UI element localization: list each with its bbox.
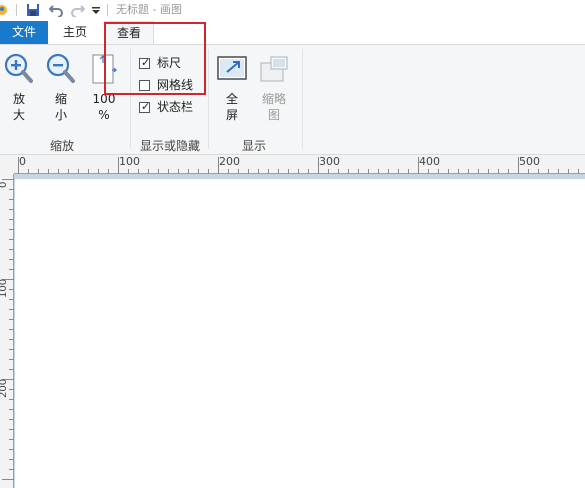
fullscreen-button[interactable]: 全 屏 bbox=[215, 53, 249, 123]
ribbon-tab-bar: 文件 主页 查看 bbox=[0, 21, 585, 44]
group-divider bbox=[302, 49, 303, 149]
zoom-in-button[interactable]: 放 大 bbox=[4, 53, 34, 123]
vertical-ruler-ticks bbox=[2, 179, 14, 480]
statusbar-checkbox[interactable]: ✓ bbox=[139, 99, 151, 113]
ruler-tick-label: 0 bbox=[19, 155, 26, 168]
display-group-label: 显示 bbox=[241, 139, 266, 153]
thumbnail-button[interactable]: 缩略 图 bbox=[257, 53, 291, 123]
zoom-out-label-2: 小 bbox=[54, 108, 67, 122]
title-separator bbox=[107, 4, 108, 16]
window-title: 无标题 - 画图 bbox=[116, 3, 182, 16]
thumbnail-label-2: 图 bbox=[267, 108, 280, 122]
thumbnail-icon bbox=[260, 56, 288, 82]
highlight-box bbox=[104, 22, 206, 95]
ruler-corner bbox=[0, 155, 14, 174]
zoom-in-label-2: 大 bbox=[12, 108, 25, 122]
ruler-tick-label: 500 bbox=[519, 155, 540, 168]
redo-icon[interactable] bbox=[70, 2, 86, 18]
ruler-tick-label: 100 bbox=[119, 155, 140, 168]
ruler-tick-label: 400 bbox=[419, 155, 440, 168]
ruler-tick-label: 0 bbox=[0, 182, 9, 188]
group-divider bbox=[208, 49, 209, 149]
zoom-in-label-1: 放 bbox=[12, 92, 25, 106]
zoom-in-icon bbox=[4, 53, 33, 83]
fullscreen-label-2: 屏 bbox=[225, 108, 238, 122]
tab-file[interactable]: 文件 bbox=[0, 21, 48, 44]
save-icon[interactable] bbox=[25, 2, 41, 18]
zoom-group-label: 缩放 bbox=[49, 139, 74, 153]
ruler-tick-label: 200 bbox=[219, 155, 240, 168]
title-bar: 无标题 - 画图 bbox=[0, 0, 585, 21]
check-mark-icon: ✓ bbox=[141, 99, 151, 113]
thumbnail-label-1: 缩略 bbox=[261, 92, 286, 106]
quick-access-separator bbox=[16, 4, 17, 16]
zoom-out-label-1: 缩 bbox=[54, 92, 67, 106]
zoom-out-button[interactable]: 缩 小 bbox=[46, 53, 76, 123]
vertical-ruler: 0 100 200 bbox=[0, 174, 14, 488]
horizontal-ruler-ticks bbox=[18, 157, 579, 174]
fullscreen-label-1: 全 bbox=[225, 92, 238, 106]
zoom-100-label-2: % bbox=[98, 108, 110, 122]
undo-icon[interactable] bbox=[48, 2, 64, 18]
statusbar-checkbox-row[interactable]: ✓ 状态栏 bbox=[139, 98, 193, 116]
customize-dropdown-icon[interactable] bbox=[91, 2, 101, 18]
horizontal-ruler: 0 100 200 300 400 500 bbox=[14, 155, 585, 174]
zoom-out-icon bbox=[46, 53, 75, 83]
show-hide-group-label: 显示或隐藏 bbox=[139, 139, 200, 153]
tab-home[interactable]: 主页 bbox=[50, 21, 100, 44]
statusbar-label: 状态栏 bbox=[157, 100, 194, 114]
ruler-tick-label: 200 bbox=[0, 378, 9, 398]
ruler-tick-label: 100 bbox=[0, 278, 9, 298]
fullscreen-icon bbox=[217, 56, 247, 80]
ribbon-panel: 放 大 缩 小 100 % 缩放 ✓ 标尺 网格线 ✓ 状态栏 显示或隐藏 全 … bbox=[0, 44, 585, 155]
paint-app-icon[interactable] bbox=[0, 2, 10, 18]
ruler-tick-label: 300 bbox=[319, 155, 340, 168]
drawing-canvas[interactable] bbox=[15, 179, 585, 488]
